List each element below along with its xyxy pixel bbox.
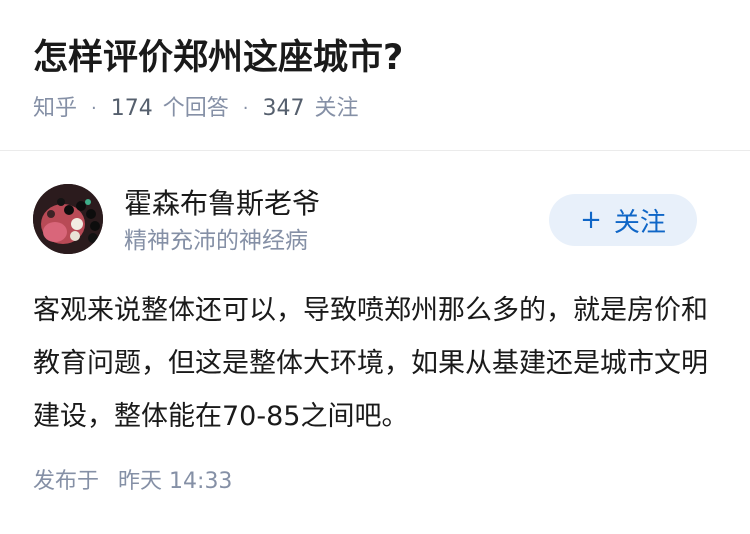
question-page: 怎样评价郑州这座城市? 知乎 · 174 个回答 · 347 关注 霍森布鲁斯老… [0, 0, 750, 534]
question-title[interactable]: 怎样评价郑州这座城市? [33, 34, 403, 82]
author-row: 霍森布鲁斯老爷 精神充沛的神经病 + 关注 [0, 180, 750, 260]
followers-label[interactable]: 关注 [315, 93, 359, 125]
separator-dot: · [242, 98, 249, 119]
answer-content[interactable]: 客观来说整体还可以，导致喷郑州那么多的，就是房价和教育问题，但这是整体大环境，如… [33, 284, 723, 443]
author-headline: 精神充沛的神经病 [124, 228, 308, 254]
answers-count: 174 [110, 96, 153, 121]
published-day: 昨天 [118, 469, 163, 494]
followers-count: 347 [262, 96, 305, 121]
separator-dot: · [91, 98, 97, 119]
answer-timestamp: 发布于 昨天 14:33 [33, 466, 232, 498]
follow-button-label: 关注 [613, 207, 666, 238]
source-label[interactable]: 知乎 [33, 93, 77, 125]
published-label: 发布于 [33, 469, 100, 494]
published-time: 14:33 [169, 469, 233, 494]
section-divider [0, 150, 750, 151]
author-name[interactable]: 霍森布鲁斯老爷 [124, 184, 320, 224]
question-meta: 知乎 · 174 个回答 · 347 关注 [33, 93, 359, 125]
follow-button[interactable]: + 关注 [549, 194, 697, 246]
avatar-photo-icon[interactable] [33, 184, 103, 254]
question-header: 怎样评价郑州这座城市? 知乎 · 174 个回答 · 347 关注 [0, 0, 750, 150]
plus-icon: + [580, 205, 602, 235]
answers-label[interactable]: 个回答 [163, 93, 229, 125]
